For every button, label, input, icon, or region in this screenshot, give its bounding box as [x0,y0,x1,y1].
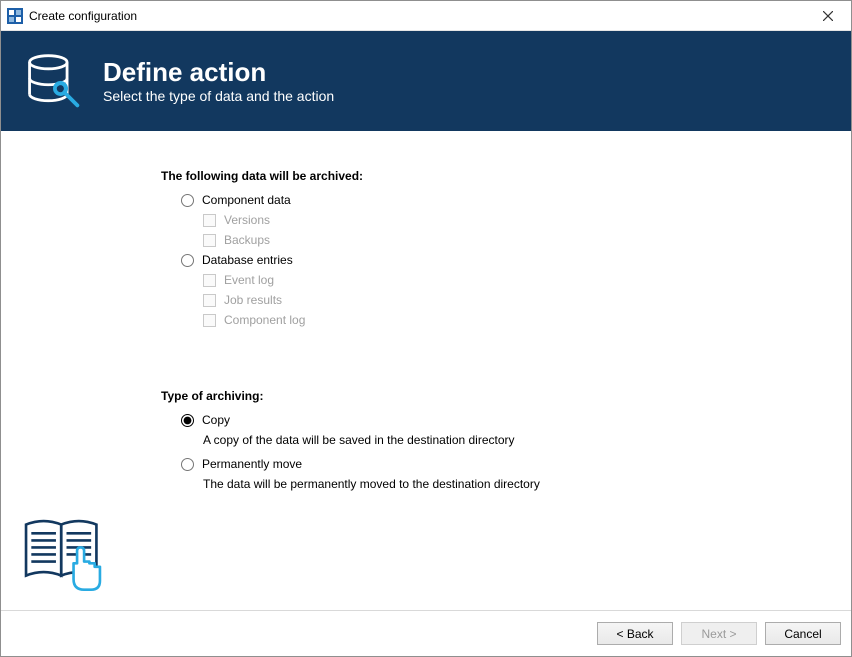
close-icon [823,11,833,21]
banner: Define action Select the type of data an… [1,31,851,131]
radio-move-label: Permanently move [202,457,302,471]
check-backups-label: Backups [224,233,270,247]
radio-component-data-label: Component data [202,193,291,207]
check-jobresults: Job results [203,293,851,307]
database-wrench-icon [23,51,83,111]
banner-heading: Define action [103,58,334,87]
window-title: Create configuration [29,9,805,23]
titlebar: Create configuration [1,1,851,31]
check-backups: Backups [203,233,851,247]
radio-copy-input[interactable] [181,414,194,427]
radio-database-entries-input[interactable] [181,254,194,267]
cancel-button[interactable]: Cancel [765,622,841,645]
radio-move-input[interactable] [181,458,194,471]
checkbox-icon [203,294,216,307]
banner-text: Define action Select the type of data an… [103,58,334,105]
radio-copy-label: Copy [202,413,230,427]
check-jobresults-label: Job results [224,293,282,307]
next-button: Next > [681,622,757,645]
back-button[interactable]: < Back [597,622,673,645]
section1-heading: The following data will be archived: [161,169,851,183]
check-eventlog-label: Event log [224,273,274,287]
radio-component-data[interactable]: Component data [181,193,851,207]
checkbox-icon [203,214,216,227]
checkbox-icon [203,314,216,327]
radio-database-entries[interactable]: Database entries [181,253,851,267]
radio-database-entries-label: Database entries [202,253,293,267]
banner-subheading: Select the type of data and the action [103,88,334,104]
check-versions-label: Versions [224,213,270,227]
data-type-group: Component data Versions Backups Database… [181,193,851,327]
section2-heading: Type of archiving: [161,389,851,403]
radio-move[interactable]: Permanently move [181,457,851,471]
check-componentlog: Component log [203,313,851,327]
radio-copy[interactable]: Copy [181,413,851,427]
cancel-button-label: Cancel [784,627,821,641]
check-versions: Versions [203,213,851,227]
radio-component-data-input[interactable] [181,194,194,207]
checkbox-icon [203,274,216,287]
archiving-type-group: Copy A copy of the data will be saved in… [181,413,851,491]
footer: < Back Next > Cancel [1,610,851,656]
content: The following data will be archived: Com… [1,131,851,610]
check-eventlog: Event log [203,273,851,287]
desc-move: The data will be permanently moved to th… [203,477,851,491]
wizard-window: Create configuration [0,0,852,657]
app-icon [7,8,23,24]
next-button-label: Next > [701,627,736,641]
desc-copy: A copy of the data will be saved in the … [203,433,851,447]
back-button-label: < Back [616,627,653,641]
close-button[interactable] [805,1,851,31]
check-componentlog-label: Component log [224,313,305,327]
book-select-icon [19,514,107,596]
checkbox-icon [203,234,216,247]
